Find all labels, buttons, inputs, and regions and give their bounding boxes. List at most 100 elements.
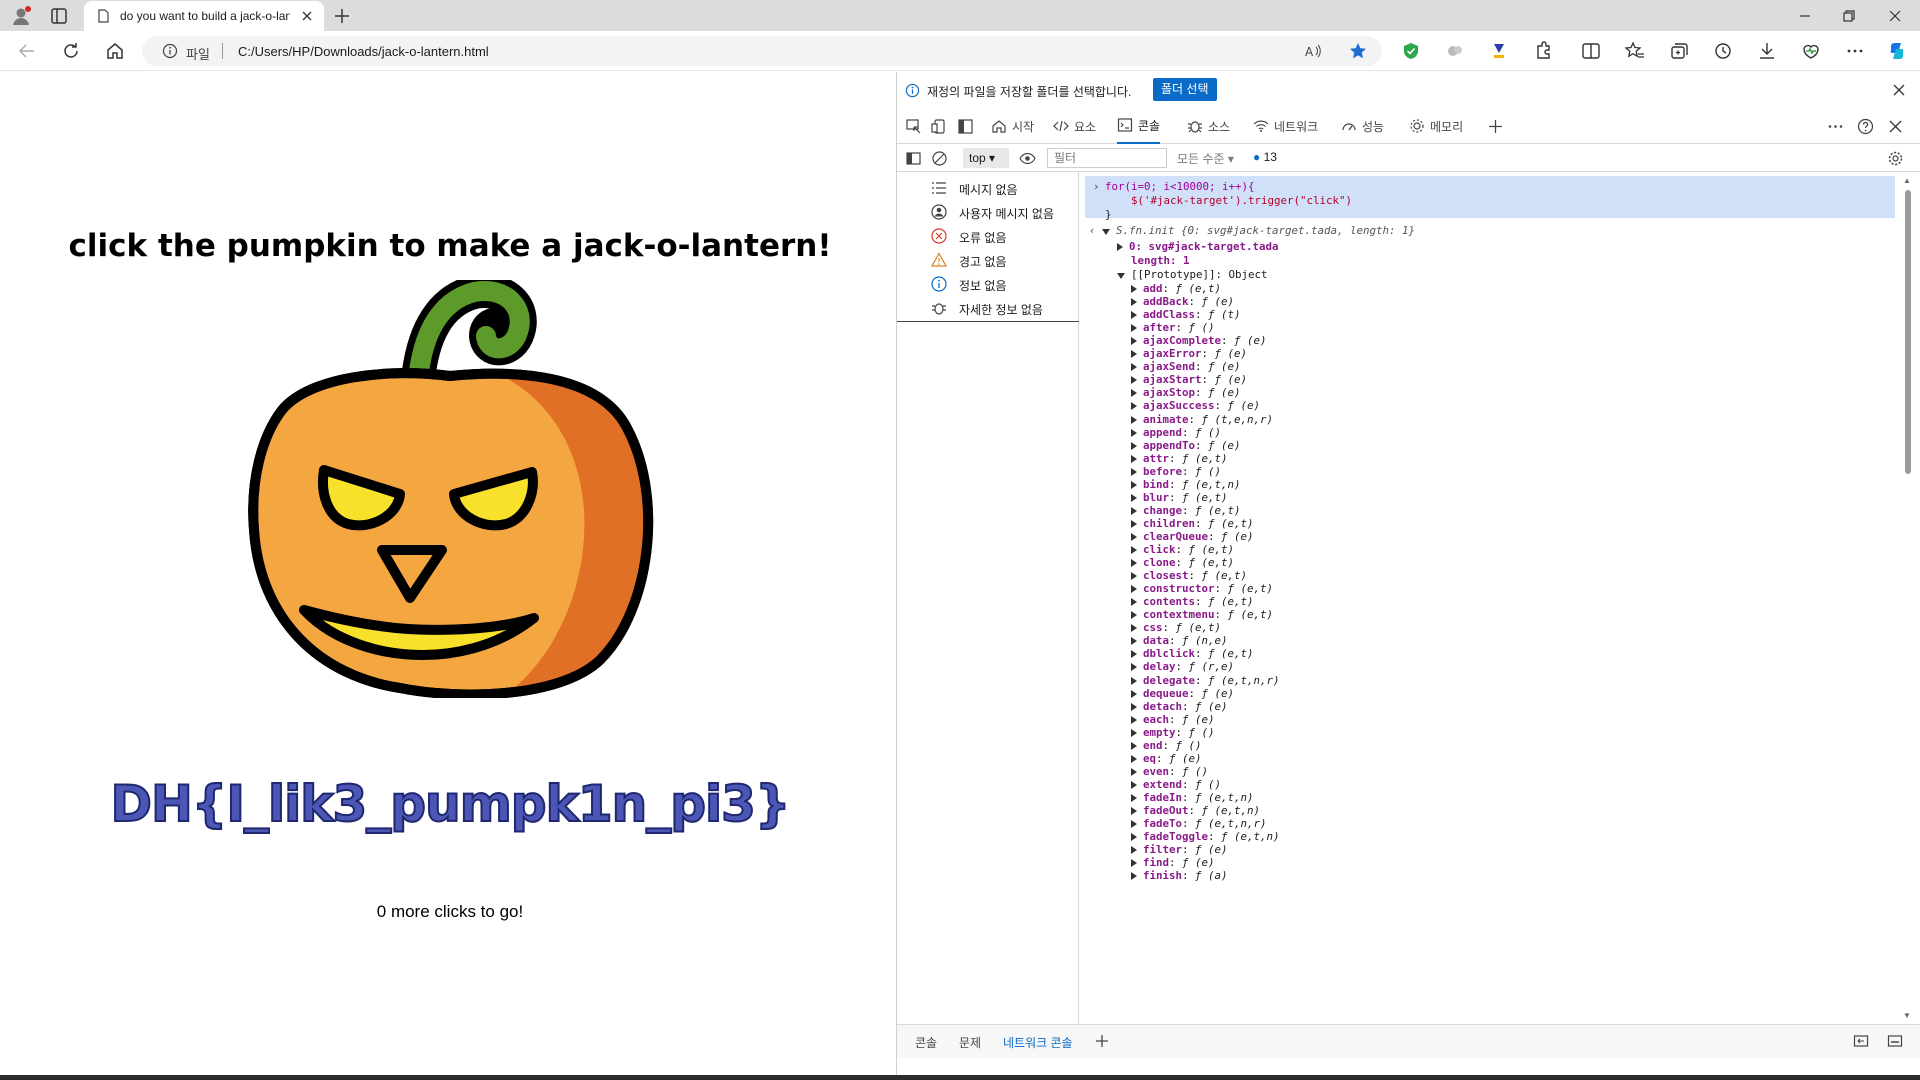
- scroll-down-icon[interactable]: ▼: [1903, 1011, 1911, 1020]
- prototype-method-row[interactable]: each: ƒ (e): [1131, 713, 1215, 726]
- refresh-icon[interactable]: [60, 40, 82, 62]
- expand-triangle-icon[interactable]: [1131, 872, 1137, 881]
- back-icon[interactable]: [16, 40, 38, 62]
- drawer-tab-network-console[interactable]: 네트워크 콘솔: [1003, 1034, 1073, 1051]
- prototype-method-row[interactable]: fadeTo: ƒ (e,t,n,r): [1131, 817, 1267, 830]
- inspect-icon[interactable]: [905, 118, 922, 135]
- prototype-method-row[interactable]: constructor: ƒ (e,t): [1131, 582, 1273, 595]
- expand-triangle-icon[interactable]: [1131, 350, 1137, 359]
- tab-elements[interactable]: 요소: [1053, 108, 1096, 144]
- expand-triangle-icon[interactable]: [1131, 532, 1137, 541]
- tab-performance[interactable]: 성능: [1341, 108, 1384, 144]
- prototype-method-row[interactable]: click: ƒ (e,t): [1131, 543, 1234, 556]
- console-output[interactable]: › for(i=0; i<10000; i++){ $('#jack-targe…: [1081, 172, 1901, 1024]
- prototype-method-row[interactable]: fadeToggle: ƒ (e,t,n): [1131, 830, 1280, 843]
- expand-triangle-icon[interactable]: [1131, 546, 1137, 554]
- more-options-icon[interactable]: [1844, 40, 1866, 62]
- prototype-method-row[interactable]: ajaxSuccess: ƒ (e): [1131, 399, 1260, 412]
- expand-triangle-icon[interactable]: [1131, 337, 1137, 346]
- new-tab-icon[interactable]: [332, 6, 352, 26]
- expand-triangle-icon[interactable]: [1131, 846, 1137, 855]
- expand-triangle-icon[interactable]: [1131, 572, 1137, 581]
- expand-triangle-icon[interactable]: [1131, 298, 1137, 307]
- prototype-method-row[interactable]: change: ƒ (e,t): [1131, 504, 1241, 517]
- dock-side-icon[interactable]: [957, 118, 974, 135]
- expand-triangle-icon[interactable]: [1131, 363, 1137, 372]
- expand-triangle-icon[interactable]: [1131, 285, 1137, 293]
- prototype-method-row[interactable]: blur: ƒ (e,t): [1131, 491, 1228, 504]
- prototype-method-row[interactable]: contextmenu: ƒ (e,t): [1131, 608, 1273, 621]
- device-emulation-icon[interactable]: [931, 118, 948, 135]
- select-folder-button[interactable]: 폴더 선택: [1153, 78, 1217, 101]
- filter-input[interactable]: 필터: [1047, 148, 1167, 168]
- prototype-method-row[interactable]: dblclick: ƒ (e,t): [1131, 647, 1254, 660]
- prototype-method-row[interactable]: contents: ƒ (e,t): [1131, 595, 1254, 608]
- expand-triangle-icon[interactable]: [1131, 559, 1137, 568]
- log-levels-dropdown[interactable]: 모든 수준 ▾: [1177, 150, 1234, 167]
- expand-triangle-icon[interactable]: [1131, 480, 1137, 489]
- tab-welcome[interactable]: 시작: [991, 108, 1034, 144]
- expand-triangle-icon[interactable]: [1131, 637, 1137, 646]
- prototype-method-row[interactable]: data: ƒ (n,e): [1131, 634, 1228, 647]
- minimize-icon[interactable]: [1794, 5, 1816, 27]
- drawer-tab-console[interactable]: 콘솔: [915, 1034, 937, 1051]
- prototype-method-row[interactable]: fadeOut: ƒ (e,t,n): [1131, 804, 1260, 817]
- site-info-icon[interactable]: [162, 43, 178, 59]
- expand-triangle-icon[interactable]: [1117, 273, 1125, 279]
- active-tab[interactable]: do you want to build a jack-o-lan: [84, 1, 324, 31]
- console-settings-icon[interactable]: [1887, 150, 1904, 167]
- prototype-method-row[interactable]: children: ƒ (e,t): [1131, 517, 1254, 530]
- close-infobar-icon[interactable]: [1891, 82, 1907, 98]
- expand-triangle-icon[interactable]: [1131, 624, 1137, 633]
- sidebar-item-errors[interactable]: 오류 없음: [897, 224, 1079, 248]
- prototype-method-row[interactable]: detach: ƒ (e): [1131, 700, 1228, 713]
- scroll-up-icon[interactable]: ▲: [1903, 176, 1911, 185]
- expand-triangle-icon[interactable]: [1117, 243, 1123, 251]
- prototype-method-row[interactable]: even: ƒ (): [1131, 765, 1208, 778]
- devtools-more-icon[interactable]: [1827, 118, 1844, 135]
- prototype-method-row[interactable]: css: ƒ (e,t): [1131, 621, 1221, 634]
- console-command-entry[interactable]: › for(i=0; i<10000; i++){ $('#jack-targe…: [1085, 176, 1895, 221]
- prototype-method-row[interactable]: add: ƒ (e,t): [1131, 282, 1221, 295]
- close-drawer-icon[interactable]: [1887, 1033, 1903, 1049]
- result-item-0[interactable]: 0: svg#jack-target.tada: [1117, 240, 1279, 253]
- expand-triangle-icon[interactable]: [1131, 311, 1137, 320]
- prototype-method-row[interactable]: appendTo: ƒ (e): [1131, 439, 1241, 452]
- prototype-method-row[interactable]: clone: ƒ (e,t): [1131, 556, 1234, 569]
- expand-triangle-icon[interactable]: [1131, 807, 1137, 815]
- address-url[interactable]: C:/Users/HP/Downloads/jack-o-lantern.htm…: [238, 44, 489, 59]
- home-icon[interactable]: [104, 40, 126, 62]
- expand-triangle-icon[interactable]: [1131, 728, 1137, 737]
- prototype-method-row[interactable]: ajaxComplete: ƒ (e): [1131, 334, 1267, 347]
- scrollbar-thumb[interactable]: [1905, 190, 1911, 474]
- expand-triangle-icon[interactable]: [1131, 389, 1137, 398]
- restore-icon[interactable]: [1838, 5, 1860, 27]
- tab-actions-icon[interactable]: [50, 7, 68, 25]
- prototype-method-row[interactable]: ajaxStart: ƒ (e): [1131, 373, 1247, 386]
- prototype-method-row[interactable]: bind: ƒ (e,t,n): [1131, 478, 1241, 491]
- prototype-method-row[interactable]: ajaxStop: ƒ (e): [1131, 386, 1241, 399]
- expand-triangle-icon[interactable]: [1131, 833, 1137, 842]
- prototype-method-row[interactable]: ajaxSend: ƒ (e): [1131, 360, 1241, 373]
- prototype-method-row[interactable]: append: ƒ (): [1131, 426, 1221, 439]
- dock-drawer-icon[interactable]: [1853, 1033, 1869, 1049]
- prototype-method-row[interactable]: clearQueue: ƒ (e): [1131, 530, 1254, 543]
- sidebar-item-warnings[interactable]: 경고 없음: [897, 248, 1079, 272]
- expand-triangle-icon[interactable]: [1131, 767, 1137, 776]
- expand-triangle-icon[interactable]: [1131, 428, 1137, 437]
- issues-badge[interactable]: ● 13: [1253, 150, 1277, 164]
- history-icon[interactable]: [1712, 40, 1734, 62]
- expand-triangle-icon[interactable]: [1131, 754, 1137, 763]
- prototype-method-row[interactable]: animate: ƒ (t,e,n,r): [1131, 413, 1273, 426]
- expand-triangle-icon[interactable]: [1131, 859, 1137, 868]
- sidebar-item-info[interactable]: 정보 없음: [897, 272, 1079, 296]
- add-tab-icon[interactable]: [1487, 118, 1504, 135]
- favorite-star-icon[interactable]: [1348, 41, 1368, 61]
- prototype-method-row[interactable]: delay: ƒ (r,e): [1131, 660, 1234, 673]
- clear-console-icon[interactable]: [931, 150, 948, 167]
- download-arrow-ext-icon[interactable]: [1488, 40, 1510, 62]
- prototype-method-row[interactable]: fadeIn: ƒ (e,t,n): [1131, 791, 1254, 804]
- profile-icon[interactable]: [10, 5, 32, 27]
- prototype-method-row[interactable]: addBack: ƒ (e): [1131, 295, 1234, 308]
- sidebar-item-verbose[interactable]: 자세한 정보 없음: [897, 296, 1079, 320]
